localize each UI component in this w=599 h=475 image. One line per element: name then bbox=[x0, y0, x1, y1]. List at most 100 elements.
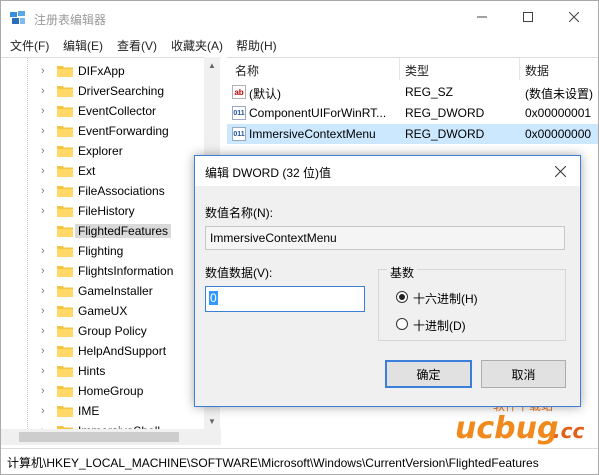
status-bar: 计算机\HKEY_LOCAL_MACHINE\SOFTWARE\Microsof… bbox=[1, 448, 598, 474]
value-data-text: 0 bbox=[209, 291, 218, 305]
menu-bar: 文件(F) 编辑(E) 查看(V) 收藏夹(A) 帮助(H) bbox=[1, 35, 598, 55]
tree-item[interactable]: › GameInstaller bbox=[1, 281, 204, 301]
menu-help[interactable]: 帮助(H) bbox=[236, 37, 277, 54]
tree-item-label: Flighting bbox=[78, 244, 124, 258]
folder-icon bbox=[57, 226, 73, 237]
tree-item-selected[interactable]: FlightedFeatures bbox=[1, 221, 204, 241]
column-header-data[interactable]: 数据 bbox=[525, 62, 549, 79]
folder-icon bbox=[57, 386, 73, 397]
tree-item[interactable]: › HelpAndSupport bbox=[1, 341, 204, 361]
scroll-down-icon[interactable]: ▼ bbox=[204, 413, 220, 429]
tree-item[interactable]: › EventCollector bbox=[1, 101, 204, 121]
chevron-right-icon[interactable]: › bbox=[41, 344, 51, 358]
value-type: REG_SZ bbox=[405, 85, 454, 99]
tree-item[interactable]: › HomeGroup bbox=[1, 381, 204, 401]
list-row[interactable]: ab (默认) REG_SZ (数值未设置) bbox=[227, 82, 598, 102]
tree-item-label: FileAssociations bbox=[78, 184, 165, 198]
folder-icon bbox=[57, 326, 73, 337]
tree-item-label: Ext bbox=[78, 164, 96, 178]
close-icon bbox=[569, 12, 579, 22]
decimal-radio[interactable] bbox=[396, 318, 408, 330]
edit-dword-dialog: 编辑 DWORD (32 位)值 数值名称(N): ImmersiveConte… bbox=[194, 155, 581, 407]
chevron-right-icon[interactable]: › bbox=[41, 244, 51, 258]
tree-item[interactable]: › Explorer bbox=[1, 141, 204, 161]
chevron-right-icon[interactable]: › bbox=[41, 124, 51, 138]
chevron-right-icon[interactable]: › bbox=[41, 324, 51, 338]
value-name: ComponentUIForWinRT... bbox=[249, 106, 387, 120]
tree-item[interactable]: › EventForwarding bbox=[1, 121, 204, 141]
close-button[interactable] bbox=[551, 1, 597, 33]
tree-item-label: HelpAndSupport bbox=[78, 344, 167, 358]
tree-item[interactable]: › Ext bbox=[1, 161, 204, 181]
chevron-right-icon[interactable]: › bbox=[41, 64, 51, 78]
menu-favorites[interactable]: 收藏夹(A) bbox=[171, 37, 223, 54]
tree-item[interactable]: › DIFxApp bbox=[1, 61, 204, 81]
chevron-right-icon[interactable]: › bbox=[41, 304, 51, 318]
menu-file[interactable]: 文件(F) bbox=[10, 37, 49, 54]
string-value-icon: ab bbox=[232, 85, 246, 99]
chevron-right-icon[interactable]: › bbox=[41, 384, 51, 398]
scroll-thumb[interactable] bbox=[19, 432, 179, 442]
tree-item[interactable]: › DriverSearching bbox=[1, 81, 204, 101]
column-header-type[interactable]: 类型 bbox=[405, 62, 429, 79]
hex-radio[interactable] bbox=[396, 291, 408, 303]
column-divider[interactable] bbox=[519, 58, 520, 80]
folder-icon bbox=[57, 346, 73, 357]
chevron-right-icon[interactable]: › bbox=[41, 204, 51, 218]
base-group-title: 基数 bbox=[387, 264, 418, 281]
dialog-title: 编辑 DWORD (32 位)值 bbox=[205, 166, 332, 180]
chevron-right-icon[interactable]: › bbox=[41, 364, 51, 378]
hex-radio-label[interactable]: 十六进制(H) bbox=[413, 290, 478, 307]
chevron-right-icon[interactable]: › bbox=[41, 184, 51, 198]
svg-text:ucbug: ucbug bbox=[455, 411, 558, 446]
tree-item-label: Hints bbox=[78, 364, 106, 378]
chevron-right-icon[interactable]: › bbox=[41, 264, 51, 278]
ok-button[interactable]: 确定 bbox=[385, 360, 472, 388]
dialog-body: 数值名称(N): ImmersiveContextMenu 数值数据(V): 0… bbox=[195, 186, 580, 406]
dialog-close-button[interactable] bbox=[540, 156, 580, 186]
tree-item-label: GameInstaller bbox=[78, 284, 153, 298]
tree-item[interactable]: › Flighting bbox=[1, 241, 204, 261]
dialog-title-bar: 编辑 DWORD (32 位)值 bbox=[195, 156, 580, 186]
chevron-right-icon[interactable]: › bbox=[41, 284, 51, 298]
tree-item[interactable]: › Group Policy bbox=[1, 321, 204, 341]
chevron-right-icon[interactable]: › bbox=[41, 104, 51, 118]
tree-item-label: Group Policy bbox=[78, 324, 147, 338]
menu-view[interactable]: 查看(V) bbox=[117, 37, 157, 54]
window-title: 注册表编辑器 bbox=[34, 13, 107, 27]
registry-key-tree[interactable]: › DIFxApp › DriverSearching › EventCollector ›… bbox=[1, 57, 221, 438]
chevron-right-icon[interactable]: › bbox=[41, 144, 51, 158]
cancel-button[interactable]: 取消 bbox=[481, 360, 566, 388]
folder-icon bbox=[57, 66, 73, 77]
maximize-button[interactable] bbox=[505, 1, 551, 33]
folder-icon bbox=[57, 146, 73, 157]
tree-item-label: FlightedFeatures bbox=[75, 224, 172, 238]
dword-value-icon: 011 bbox=[232, 106, 246, 120]
registry-app-icon bbox=[10, 11, 25, 24]
tree-horizontal-scrollbar[interactable] bbox=[1, 429, 221, 445]
tree-item[interactable]: › GameUX bbox=[1, 301, 204, 321]
chevron-right-icon[interactable]: › bbox=[41, 84, 51, 98]
minimize-icon bbox=[477, 16, 487, 18]
list-row-selected[interactable]: 011 ImmersiveContextMenu REG_DWORD 0x000… bbox=[227, 124, 598, 144]
value-data-input[interactable]: 0 bbox=[205, 286, 365, 312]
scroll-up-icon[interactable]: ▲ bbox=[204, 57, 220, 73]
column-divider[interactable] bbox=[399, 58, 400, 80]
minimize-button[interactable] bbox=[459, 1, 505, 33]
tree-item[interactable]: › Hints bbox=[1, 361, 204, 381]
folder-icon bbox=[57, 406, 73, 417]
decimal-radio-label[interactable]: 十进制(D) bbox=[413, 317, 466, 334]
column-header-name[interactable]: 名称 bbox=[235, 62, 259, 79]
tree-item-label: FileHistory bbox=[78, 204, 135, 218]
tree-item[interactable]: › IME bbox=[1, 401, 204, 421]
registry-path: 计算机\HKEY_LOCAL_MACHINE\SOFTWARE\Microsof… bbox=[7, 456, 539, 470]
chevron-right-icon[interactable]: › bbox=[41, 404, 51, 418]
tree-item[interactable]: › FileHistory bbox=[1, 201, 204, 221]
menu-edit[interactable]: 编辑(E) bbox=[63, 37, 103, 54]
list-row[interactable]: 011 ComponentUIForWinRT... REG_DWORD 0x0… bbox=[227, 103, 598, 123]
chevron-right-icon[interactable]: › bbox=[41, 164, 51, 178]
folder-icon bbox=[57, 206, 73, 217]
tree-item[interactable]: › FileAssociations bbox=[1, 181, 204, 201]
tree-item[interactable]: › FlightsInformation bbox=[1, 261, 204, 281]
value-data-label: 数值数据(V): bbox=[205, 266, 273, 280]
